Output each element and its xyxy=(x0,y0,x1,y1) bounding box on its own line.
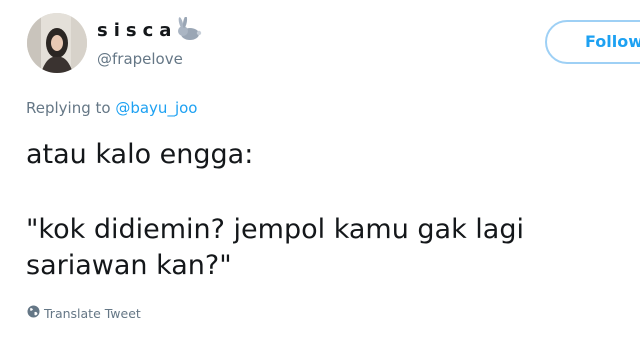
translate-label: Translate Tweet xyxy=(44,305,141,321)
avatar[interactable] xyxy=(27,13,87,73)
reply-prefix: Replying to xyxy=(26,99,116,117)
reply-mention-link[interactable]: @bayu_joo xyxy=(115,99,197,117)
tweet-text-line: atau kalo engga: xyxy=(26,139,254,170)
reply-context: Replying to @bayu_joo xyxy=(26,99,197,117)
translate-tweet-link[interactable]: Translate Tweet xyxy=(27,305,141,321)
user-name-row: sisca xyxy=(97,15,203,41)
tweet-text-line: sariawan kan?" xyxy=(26,250,232,281)
globe-icon xyxy=(27,305,40,321)
avatar-photo xyxy=(27,13,87,73)
user-handle[interactable]: @frapelove xyxy=(97,50,183,68)
follow-button[interactable]: Follow xyxy=(545,20,640,64)
display-name[interactable]: sisca xyxy=(97,20,177,41)
tweet-card: sisca @frapelove Follow Replying to @bay… xyxy=(0,0,640,360)
tweet-text-line: "kok didiemin? jempol kamu gak lagi xyxy=(26,214,524,245)
rabbit-emoji-icon xyxy=(175,15,203,41)
